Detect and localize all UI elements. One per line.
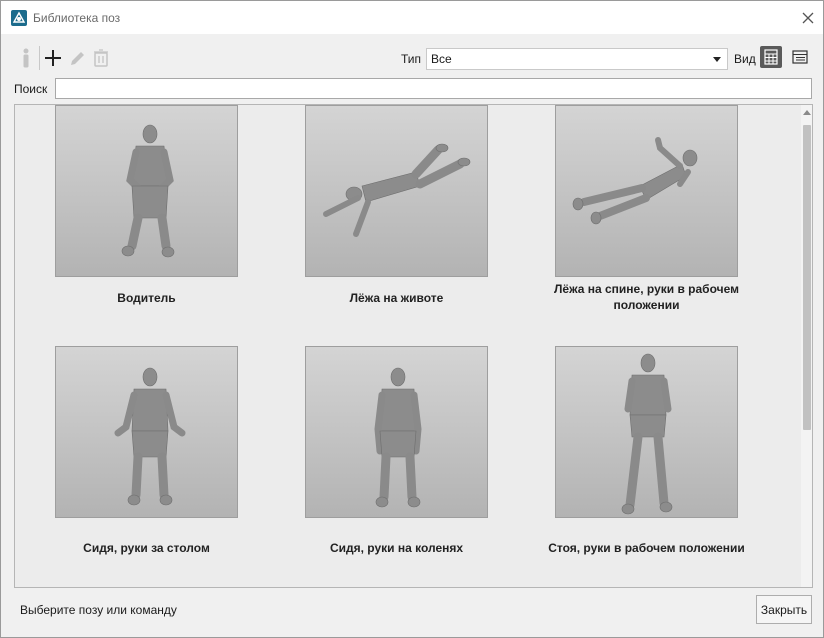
status-text: Выберите позу или команду (20, 603, 177, 617)
list-view-icon[interactable] (789, 46, 811, 68)
type-dropdown[interactable]: Все (426, 48, 728, 70)
type-dropdown-value: Все (431, 52, 452, 66)
toolbar-separator (39, 46, 40, 70)
pose-caption: Сидя, руки на коленях (329, 541, 464, 555)
pose-caption: Лёжа на спине, руки в рабочем положении (554, 282, 739, 312)
grid-view-icon[interactable] (760, 46, 782, 68)
pencil-icon[interactable] (67, 47, 87, 69)
plus-icon[interactable] (43, 47, 63, 69)
pose-caption: Сидя, руки за столом (83, 541, 210, 555)
pose-figure-icon (621, 353, 673, 515)
vertical-scrollbar[interactable] (801, 105, 812, 587)
pose-thumbnail (305, 105, 488, 277)
pose-thumbnail (55, 105, 238, 277)
scroll-up-arrow-icon[interactable] (803, 110, 811, 115)
pose-caption: Лёжа на животе (349, 291, 444, 305)
search-input[interactable] (55, 78, 812, 99)
close-icon[interactable] (797, 7, 819, 29)
pose-figure-icon (114, 367, 186, 506)
search-label: Поиск (14, 82, 48, 96)
figure-icon[interactable] (16, 47, 36, 69)
search-row: Поиск (1, 78, 823, 100)
pose-thumbnail (55, 346, 238, 518)
pose-thumbnail (305, 346, 488, 518)
title-bar: Библиотека поз (1, 1, 823, 34)
view-label: Вид (734, 52, 756, 66)
pose-library-window: Библиотека поз Тип Все Вид Поиск Водител… (0, 0, 824, 638)
window-title: Библиотека поз (33, 11, 121, 25)
pose-caption: Водитель (117, 291, 176, 305)
app-logo-icon (11, 10, 27, 26)
chevron-down-icon (713, 57, 721, 62)
trash-icon[interactable] (91, 47, 111, 69)
pose-thumbnail (555, 346, 738, 518)
pose-gallery: Водитель Лёжа на животе Лёжа на спине, р… (14, 104, 813, 588)
pose-figure-icon (121, 124, 175, 258)
type-label: Тип (401, 52, 422, 66)
pose-figure-icon (323, 143, 471, 237)
pose-figure-icon (374, 367, 422, 508)
pose-thumbnail (555, 105, 738, 277)
close-button[interactable]: Закрыть (756, 595, 812, 624)
pose-figure-icon (572, 137, 698, 225)
scrollbar-thumb[interactable] (803, 125, 811, 430)
toolbar: Тип Все Вид (1, 34, 823, 78)
pose-caption: Стоя, руки в рабочем положении (548, 541, 745, 555)
